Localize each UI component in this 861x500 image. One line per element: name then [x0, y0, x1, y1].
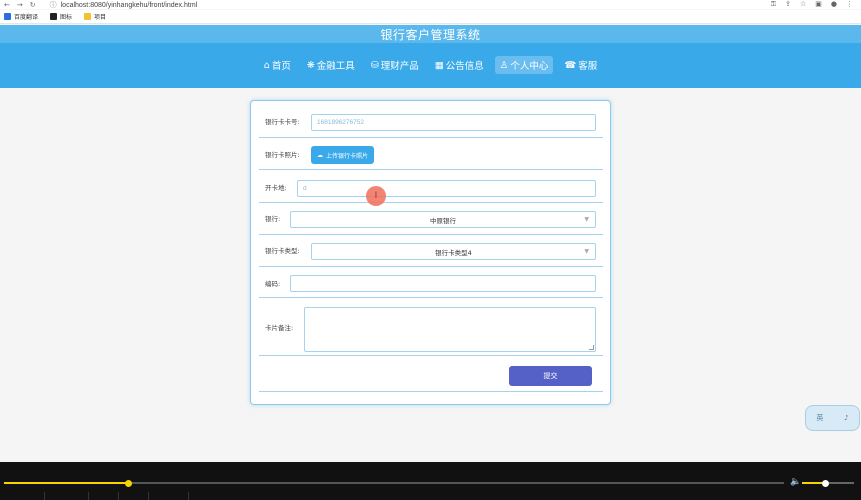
menu-dots-icon[interactable]: ⋮: [846, 0, 853, 9]
nav-label: 金融工具: [316, 61, 355, 72]
grid-icon: ▦: [434, 59, 444, 71]
nav-financial-tools[interactable]: ❋ 金融工具: [302, 56, 360, 74]
url-text: localhost:8080/yinhangkehu/front/index.h…: [60, 1, 198, 9]
image-icon: [50, 13, 58, 20]
key-icon[interactable]: ⚿: [771, 0, 776, 9]
card-type-row: 银行卡类型: 银行卡类型4 ▼: [259, 235, 603, 267]
bookmark-label: 百度翻译: [14, 15, 39, 21]
video-player-bar: 🔈: [0, 462, 861, 500]
seek-bar-fill: [4, 482, 129, 484]
nav-home[interactable]: ⌂ 首页: [259, 56, 296, 74]
upload-card-photo-button[interactable]: ☁ 上传银行卡照片: [311, 146, 375, 164]
remark-label: 卡片备注:: [265, 324, 294, 332]
home-icon: ⌂: [263, 59, 270, 71]
volume-slider[interactable]: [802, 479, 854, 487]
mouse-cursor-highlight: I: [366, 186, 386, 206]
share-icon[interactable]: ⇪: [785, 0, 791, 9]
card-photo-label: 银行卡照片:: [265, 151, 300, 159]
bank-label: 银行:: [265, 215, 281, 223]
card-number-label: 银行卡卡号:: [265, 118, 300, 126]
profile-icon[interactable]: ●: [831, 0, 837, 9]
sidebar-icon[interactable]: ▣: [815, 0, 822, 9]
snowflake-icon: ❋: [306, 59, 315, 71]
bank-row: 银行: 中原银行 ▼: [259, 203, 603, 235]
open-place-input[interactable]: d: [297, 180, 596, 197]
upload-label: 上传银行卡照片: [326, 152, 369, 160]
bookmark-icons[interactable]: 图标: [50, 12, 72, 21]
bank-select[interactable]: 中原银行 ▼: [290, 211, 596, 228]
bookmark-project[interactable]: 项目: [84, 12, 106, 21]
nav-personal-center[interactable]: ♙ 个人中心: [494, 56, 554, 74]
database-icon: ⛁: [370, 59, 379, 71]
forward-arrow-icon[interactable]: →: [17, 1, 23, 9]
volume-icon[interactable]: 🔈: [790, 477, 801, 487]
site-title: 银行客户管理系统: [0, 25, 861, 43]
language-icon: 英: [816, 414, 824, 422]
card-type-select[interactable]: 银行卡类型4 ▼: [311, 243, 596, 260]
divider: [188, 492, 189, 500]
info-icon: ⓘ: [49, 1, 57, 9]
reload-icon[interactable]: ↻: [30, 1, 36, 9]
text-cursor-icon: I: [374, 191, 378, 201]
bookmark-label: 图标: [60, 15, 73, 21]
folder-icon: [84, 13, 92, 20]
nav-customer-service[interactable]: ☎ 客服: [559, 56, 602, 74]
code-label: 编码:: [265, 280, 281, 288]
divider: [118, 492, 119, 500]
divider: [148, 492, 149, 500]
translate-icon: [4, 13, 11, 20]
seek-bar[interactable]: [4, 479, 784, 487]
star-icon[interactable]: ☆: [800, 0, 806, 9]
bank-card-form: 银行卡卡号: 1681896276752 银行卡照片: ☁ 上传银行卡照片 开卡…: [250, 100, 611, 405]
site-header: 银行客户管理系统 ⌂ 首页 ❋ 金融工具 ⛁ 理财产品 ▦ 公告信息 ♙ 个人中心 ☎ 客服: [0, 25, 861, 88]
chevron-down-icon: ▼: [584, 248, 589, 255]
volume-handle[interactable]: [821, 479, 829, 487]
divider: [88, 492, 89, 500]
nav-label: 理财产品: [380, 61, 419, 72]
code-input[interactable]: [290, 275, 596, 292]
divider: [44, 492, 45, 500]
main-nav: ⌂ 首页 ❋ 金融工具 ⛁ 理财产品 ▦ 公告信息 ♙ 个人中心 ☎ 客服: [0, 56, 861, 74]
nav-label: 客服: [578, 61, 598, 72]
user-icon: ♙: [499, 59, 509, 71]
browser-address-bar: ← → ↻ ⓘ localhost:8080/yinhangkehu/front/…: [0, 0, 861, 9]
chevron-down-icon: ▼: [584, 216, 589, 223]
submit-button[interactable]: 提交: [509, 366, 592, 386]
remark-row: 卡片备注:: [259, 298, 603, 356]
nav-label: 公告信息: [445, 61, 484, 72]
resize-grip-icon[interactable]: [589, 345, 594, 350]
card-type-selected-value: 银行卡类型4: [435, 248, 472, 257]
card-number-row: 银行卡卡号: 1681896276752: [259, 106, 603, 138]
music-note-icon: ♪: [844, 414, 849, 422]
nav-announcements[interactable]: ▦ 公告信息: [430, 56, 489, 74]
card-number-input[interactable]: 1681896276752: [311, 114, 596, 131]
code-row: 编码:: [259, 267, 603, 298]
floating-widget[interactable]: 英 ♪: [805, 405, 860, 431]
bookmarks-bar: 百度翻译 图标 项目: [0, 10, 861, 24]
cloud-upload-icon: ☁: [317, 151, 323, 159]
seek-handle[interactable]: [125, 479, 133, 487]
card-type-label: 银行卡类型:: [265, 247, 300, 255]
support-icon: ☎: [564, 59, 577, 71]
nav-label: 个人中心: [510, 61, 549, 72]
nav-wealth-products[interactable]: ⛁ 理财产品: [366, 56, 424, 74]
open-place-label: 开卡地:: [265, 184, 287, 192]
back-arrow-icon[interactable]: ←: [4, 1, 10, 9]
bookmark-label: 项目: [94, 15, 107, 21]
nav-label: 首页: [271, 61, 291, 72]
remark-textarea[interactable]: [304, 307, 596, 352]
bank-selected-value: 中原银行: [430, 216, 456, 225]
card-photo-row: 银行卡照片: ☁ 上传银行卡照片: [259, 138, 603, 170]
url-field[interactable]: ⓘ localhost:8080/yinhangkehu/front/index.…: [50, 0, 198, 10]
bookmark-baidu-translate[interactable]: 百度翻译: [4, 12, 38, 21]
open-place-row: 开卡地: d: [259, 170, 603, 203]
